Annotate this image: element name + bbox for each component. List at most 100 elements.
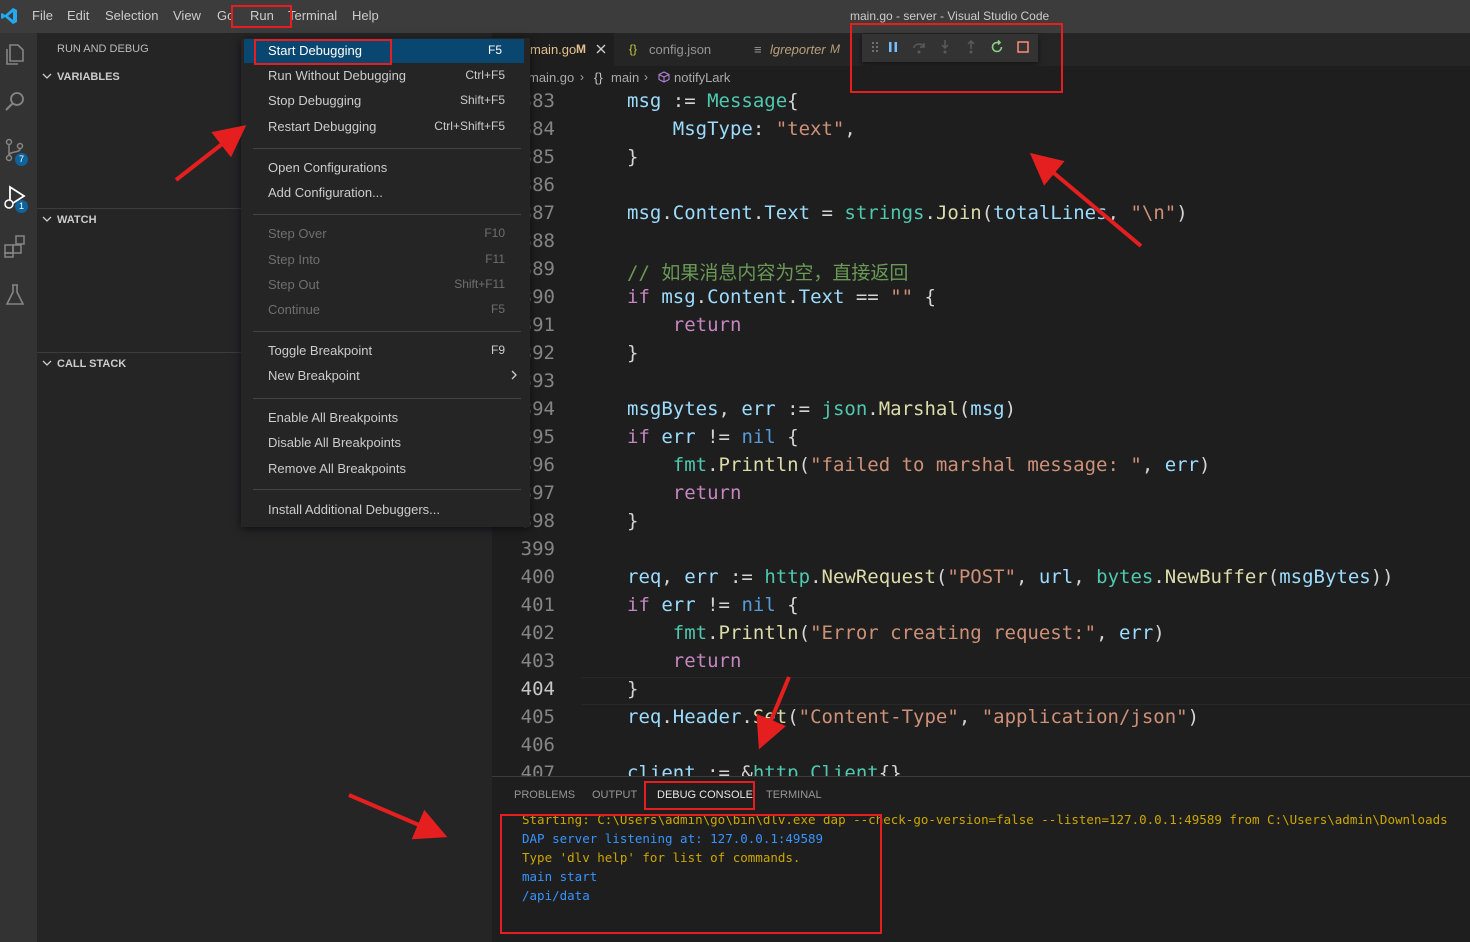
line-number: 399 <box>520 538 555 560</box>
tab-lgreporter[interactable]: ≡ lgreporter M <box>740 33 850 66</box>
tab-terminal[interactable]: TERMINAL <box>766 789 822 801</box>
line-number: 404 <box>520 678 555 700</box>
tab-label: config.json <box>649 42 712 57</box>
code-line: return <box>672 314 742 336</box>
menu-disable-all-breakpoints[interactable]: Disable All Breakpoints <box>241 431 530 455</box>
explorer-icon[interactable] <box>2 41 28 67</box>
code-line: req, err := http.NewRequest("POST", url,… <box>627 566 1394 588</box>
code-line: } <box>627 678 639 700</box>
menu-open-configurations[interactable]: Open Configurations <box>241 156 530 180</box>
start-debugging-highlight-box <box>254 39 392 65</box>
tab-problems[interactable]: PROBLEMS <box>514 789 575 801</box>
tab-config-json[interactable]: {} config.json <box>614 33 736 66</box>
search-icon[interactable] <box>2 89 28 115</box>
console-output-highlight-box <box>500 814 882 934</box>
code-line: } <box>627 146 639 168</box>
modified-indicator: M <box>576 42 586 56</box>
menu-separator <box>253 398 521 399</box>
menu-item-label: Continue <box>268 302 321 317</box>
menu-item-label: Run Without Debugging <box>268 68 407 83</box>
code-line: fmt.Println("Error creating request:", e… <box>672 622 1165 644</box>
code-line: client := &http.Client{} <box>627 762 902 776</box>
current-line-highlight <box>582 677 1470 705</box>
close-icon[interactable] <box>596 44 606 54</box>
menu-item-label: New Breakpoint <box>268 368 360 383</box>
menu-item-label: Step Out <box>268 277 320 292</box>
chevron-right-icon <box>511 370 517 380</box>
line-number: 400 <box>520 566 555 588</box>
menu-continue[interactable]: Continue F5 <box>241 298 530 322</box>
menu-run-without-debugging[interactable]: Run Without Debugging Ctrl+F5 <box>241 64 530 88</box>
line-number: 401 <box>520 594 555 616</box>
menu-item-label: Remove All Breakpoints <box>268 461 407 476</box>
breadcrumb-package[interactable]: main <box>611 70 639 85</box>
menu-item-label: Disable All Breakpoints <box>268 435 401 450</box>
chevron-right-icon: › <box>644 70 648 84</box>
code-editor[interactable]: 383 384 385 386 387 388 389 390 391 392 393 394 395 3… <box>492 88 1470 776</box>
menu-item-label: Install Additional Debuggers... <box>268 502 440 517</box>
menu-remove-all-breakpoints[interactable]: Remove All Breakpoints <box>241 457 530 481</box>
menu-separator <box>253 489 521 490</box>
code-line: return <box>672 650 742 672</box>
chevron-right-icon: › <box>580 70 584 84</box>
menu-stop-debugging[interactable]: Stop Debugging Shift+F5 <box>241 89 530 113</box>
menu-go[interactable]: Go <box>217 8 232 23</box>
testing-flask-icon[interactable] <box>2 282 28 308</box>
menu-item-label: Stop Debugging <box>268 93 362 108</box>
menu-separator <box>253 331 521 332</box>
menu-separator <box>253 148 521 149</box>
menu-separator <box>253 214 521 215</box>
menu-step-out[interactable]: Step Out Shift+F11 <box>241 273 530 297</box>
run-menu-dropdown: Start Debugging F5 Run Without Debugging C… <box>241 38 530 527</box>
line-number: 402 <box>520 622 555 644</box>
code-line: if err != nil { <box>627 594 799 616</box>
menu-item-label: Restart Debugging <box>268 119 377 134</box>
menu-enable-all-breakpoints[interactable]: Enable All Breakpoints <box>241 406 530 430</box>
breadcrumb-function[interactable]: notifyLark <box>674 70 730 85</box>
menu-new-breakpoint[interactable]: New Breakpoint <box>241 364 530 388</box>
run-menu-highlight-box <box>231 5 292 28</box>
menu-restart-debugging[interactable]: Restart Debugging Ctrl+Shift+F5 <box>241 115 530 139</box>
menu-edit[interactable]: Edit <box>67 8 89 23</box>
menu-file[interactable]: File <box>32 8 53 23</box>
section-label: CALL STACK <box>57 358 127 370</box>
menu-item-shortcut: F9 <box>490 343 505 357</box>
code-line: msgBytes, err := json.Marshal(msg) <box>627 398 1017 420</box>
title-bar: File Edit Selection View Go Run Terminal… <box>0 0 1470 33</box>
activity-bar: 7 1 <box>0 33 37 942</box>
menu-install-additional-debuggers[interactable]: Install Additional Debuggers... <box>241 498 530 522</box>
menu-help[interactable]: Help <box>352 8 379 23</box>
menu-item-shortcut: Ctrl+F5 <box>465 68 505 82</box>
chevron-down-icon <box>42 216 52 222</box>
vscode-logo-icon <box>1 8 17 24</box>
scm-badge: 7 <box>15 153 28 166</box>
menu-item-shortcut: F5 <box>487 43 502 57</box>
menu-item-shortcut: Shift+F5 <box>459 93 505 107</box>
tab-output[interactable]: OUTPUT <box>592 789 637 801</box>
tab-label: lgreporter <box>770 42 826 57</box>
menu-view[interactable]: View <box>173 8 201 23</box>
menu-item-shortcut: F5 <box>490 302 505 316</box>
code-line: MsgType: "text", <box>672 118 856 140</box>
menu-step-over[interactable]: Step Over F10 <box>241 222 530 246</box>
modified-indicator: M <box>830 42 840 56</box>
menu-terminal[interactable]: Terminal <box>288 8 337 23</box>
window-title: main.go - server - Visual Studio Code <box>850 9 1050 23</box>
menu-add-configuration[interactable]: Add Configuration... <box>241 181 530 205</box>
braces-icon: {} <box>594 70 603 85</box>
tab-label: main.go <box>530 42 577 57</box>
code-line: req.Header.Set("Content-Type", "applicat… <box>627 706 1200 728</box>
code-line: msg.Content.Text = strings.Join(totalLin… <box>627 202 1188 224</box>
file-lines-icon: ≡ <box>754 42 762 57</box>
extensions-icon[interactable] <box>2 234 28 260</box>
sidebar-title: RUN AND DEBUG <box>57 43 149 55</box>
code-line: if msg.Content.Text == "" { <box>627 286 936 308</box>
breadcrumb-file[interactable]: main.go <box>528 70 574 85</box>
menu-step-into[interactable]: Step Into F11 <box>241 248 530 272</box>
chevron-down-icon <box>42 360 52 366</box>
menu-selection[interactable]: Selection <box>105 8 158 23</box>
menu-item-label: Toggle Breakpoint <box>268 343 373 358</box>
menu-item-label: Open Configurations <box>268 160 388 175</box>
menu-toggle-breakpoint[interactable]: Toggle Breakpoint F9 <box>241 339 530 363</box>
line-number: 405 <box>520 706 555 728</box>
